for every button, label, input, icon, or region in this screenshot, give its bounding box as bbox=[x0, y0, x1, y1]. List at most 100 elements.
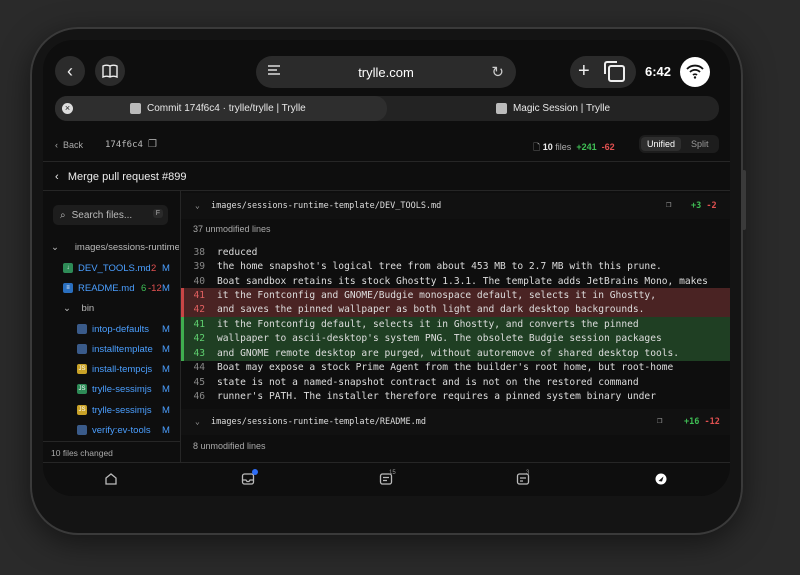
file-search-input[interactable]: ⌕ Search files... F bbox=[53, 205, 168, 225]
chevron-down-icon: ⌄ bbox=[51, 241, 59, 253]
tree-file[interactable]: verify:ev-tools M bbox=[77, 423, 179, 437]
unmodified-lines-toggle[interactable]: 8 unmodified lines bbox=[181, 436, 730, 456]
tab-title: Commit 174f6c4 · trylle/trylle | Trylle bbox=[147, 103, 306, 114]
tab-bar: × Commit 174f6c4 · trylle/trylle | Tryll… bbox=[55, 96, 719, 121]
line-text: state is not a named-snapshot contract a… bbox=[217, 376, 639, 388]
back-button[interactable]: ‹ bbox=[55, 56, 85, 86]
file-path: images/sessions-runtime-template/README.… bbox=[211, 417, 426, 427]
tree-file[interactable]: intop-defaults M bbox=[77, 322, 179, 336]
tabs-overview-icon[interactable] bbox=[604, 61, 625, 82]
shortcut-badge: F bbox=[152, 209, 163, 218]
line-text: runner's PATH. The installer therefore r… bbox=[217, 391, 656, 403]
line-text: it the Fontconfig and GNOME/Budgie monos… bbox=[217, 290, 656, 302]
line-number: 44 bbox=[193, 362, 205, 374]
address-bar[interactable]: trylle.com ↻ bbox=[256, 56, 516, 88]
browser-screen: ‹ trylle.com ↻ + 6:42 × Commit 174f6c4 ·… bbox=[43, 40, 730, 496]
diff-line: 41 it the Fontconfig and GNOME/Budgie mon… bbox=[181, 288, 730, 304]
count-badge: 15 bbox=[389, 470, 396, 476]
pr-title: ‹ Merge pull request #899 bbox=[55, 171, 187, 183]
copy-icon[interactable]: ❐ bbox=[657, 416, 662, 426]
chevron-down-icon: ⌄ bbox=[195, 201, 200, 210]
copy-icon[interactable]: ❐ bbox=[666, 200, 671, 210]
commit-hash: 174f6c4 bbox=[105, 140, 143, 150]
file-icon bbox=[77, 324, 87, 334]
file-diff-header[interactable]: ⌄ images/sessions-runtime-template/DEV_T… bbox=[181, 193, 730, 219]
tab-magic-session[interactable]: Magic Session | Trylle bbox=[387, 96, 719, 121]
line-number: 42 bbox=[193, 304, 205, 316]
line-number: 42 bbox=[193, 333, 205, 345]
line-text: it the Fontconfig default, selects it in… bbox=[217, 318, 639, 330]
tree-file[interactable]: JS install-tempcjs M bbox=[77, 362, 179, 376]
chevron-left-icon: ‹ bbox=[67, 60, 73, 81]
chevron-down-icon: ⌄ bbox=[195, 417, 200, 426]
tab-title: Magic Session | Trylle bbox=[512, 103, 611, 114]
line-text: wallpaper to ascii-desktop's system PNG.… bbox=[217, 333, 662, 345]
unified-view-button[interactable]: Unified bbox=[641, 137, 682, 151]
diff-line: 42 wallpaper to ascii-desktop's system PN… bbox=[181, 331, 730, 347]
tree-file[interactable]: JS trylle-sessimjs M bbox=[77, 382, 179, 396]
line-text: Boat sandbox retains its stock Ghostty 1… bbox=[217, 275, 708, 287]
menu-icon bbox=[268, 65, 280, 75]
tree-file[interactable]: ↓ DEV_TOOLS.md 2 M bbox=[63, 261, 179, 275]
diff-line: 38 reduced bbox=[181, 245, 730, 259]
view-toggle: Unified Split bbox=[639, 135, 719, 153]
reader-button[interactable] bbox=[95, 56, 125, 86]
diff-line: 46 runner's PATH. The installer therefore… bbox=[181, 390, 730, 404]
status-time: 6:42 bbox=[645, 64, 672, 79]
diff-line: 43 and GNOME remote desktop are purged, w… bbox=[181, 346, 730, 361]
line-number: 45 bbox=[193, 376, 205, 388]
file-icon bbox=[77, 344, 87, 354]
wifi-button[interactable] bbox=[680, 57, 710, 87]
line-text: the home snapshot's logical tree from ab… bbox=[217, 261, 662, 273]
line-text: and saves the pinned wallpaper as both l… bbox=[217, 304, 645, 316]
tab-actions: + bbox=[570, 56, 636, 88]
file-diff-stats: +16 -12 bbox=[684, 417, 720, 427]
line-number: 39 bbox=[193, 261, 205, 273]
favicon-icon bbox=[130, 103, 141, 114]
diff-line: 42 and saves the pinned wallpaper as both… bbox=[181, 302, 730, 318]
line-text: Boat may expose a stock Prime Agent from… bbox=[217, 362, 674, 374]
count-badge: 3 bbox=[526, 470, 530, 476]
bottom-nav: 15 3 bbox=[43, 462, 730, 496]
divider bbox=[43, 441, 180, 442]
wifi-icon bbox=[686, 64, 704, 79]
line-text: reduced bbox=[217, 246, 258, 258]
tab-commit[interactable]: × Commit 174f6c4 · trylle/trylle | Tryll… bbox=[55, 96, 387, 121]
book-icon bbox=[102, 64, 118, 78]
file-icon: ≡ bbox=[63, 283, 73, 293]
file-icon: JS bbox=[77, 364, 87, 374]
files-changed-summary: 10 files changed bbox=[51, 448, 113, 458]
app-logo-icon[interactable] bbox=[653, 472, 669, 486]
search-icon: ⌕ bbox=[60, 209, 66, 221]
diff-line: 40 Boat sandbox retains its stock Ghostty… bbox=[181, 274, 730, 288]
tree-file[interactable]: installtemplate M bbox=[77, 342, 179, 356]
close-tab-icon[interactable]: × bbox=[62, 103, 73, 114]
tree-file[interactable]: ≡ README.md 6 -12 M bbox=[63, 281, 179, 295]
favicon-icon bbox=[495, 103, 507, 114]
chevron-down-icon: ⌄ bbox=[63, 302, 71, 314]
reload-icon[interactable]: ↻ bbox=[491, 63, 504, 81]
diff-line: 44 Boat may expose a stock Prime Agent fr… bbox=[181, 361, 730, 375]
new-tab-icon[interactable]: + bbox=[578, 60, 590, 83]
tree-file[interactable]: JS trylle-sessimjs M bbox=[77, 403, 179, 417]
line-number: 41 bbox=[193, 318, 205, 330]
tree-folder[interactable]: ⌄ bin bbox=[63, 301, 94, 315]
diff-line: 41 it the Fontconfig default, selects it … bbox=[181, 317, 730, 333]
file-diff-header[interactable]: ⌄ images/sessions-runtime-template/READM… bbox=[181, 409, 730, 435]
file-tree-sidebar: ⌕ Search files... F ⌄ images/sessions-ru… bbox=[43, 190, 181, 462]
file-diff-stats: +3 -2 bbox=[691, 201, 717, 211]
file-icon: JS bbox=[77, 384, 87, 394]
split-view-button[interactable]: Split bbox=[685, 137, 715, 151]
line-number: 41 bbox=[193, 290, 205, 302]
file-icon bbox=[77, 425, 87, 435]
tree-folder[interactable]: ⌄ images/sessions-runtime-template bbox=[51, 240, 179, 254]
home-icon[interactable] bbox=[103, 472, 119, 486]
inbox-icon[interactable] bbox=[240, 469, 258, 486]
device-side-button bbox=[742, 170, 746, 230]
commit-back-link[interactable]: ‹ Back bbox=[55, 140, 83, 150]
copy-icon[interactable]: ❐ bbox=[148, 139, 157, 150]
messages-icon[interactable]: 3 bbox=[515, 470, 531, 486]
commit-toolbar: ‹ Back 174f6c4 ❐ 🗋 10 files +241 -62 Uni… bbox=[43, 132, 730, 158]
tasks-icon[interactable]: 15 bbox=[378, 470, 396, 486]
unmodified-lines-toggle[interactable]: 37 unmodified lines bbox=[181, 219, 730, 239]
